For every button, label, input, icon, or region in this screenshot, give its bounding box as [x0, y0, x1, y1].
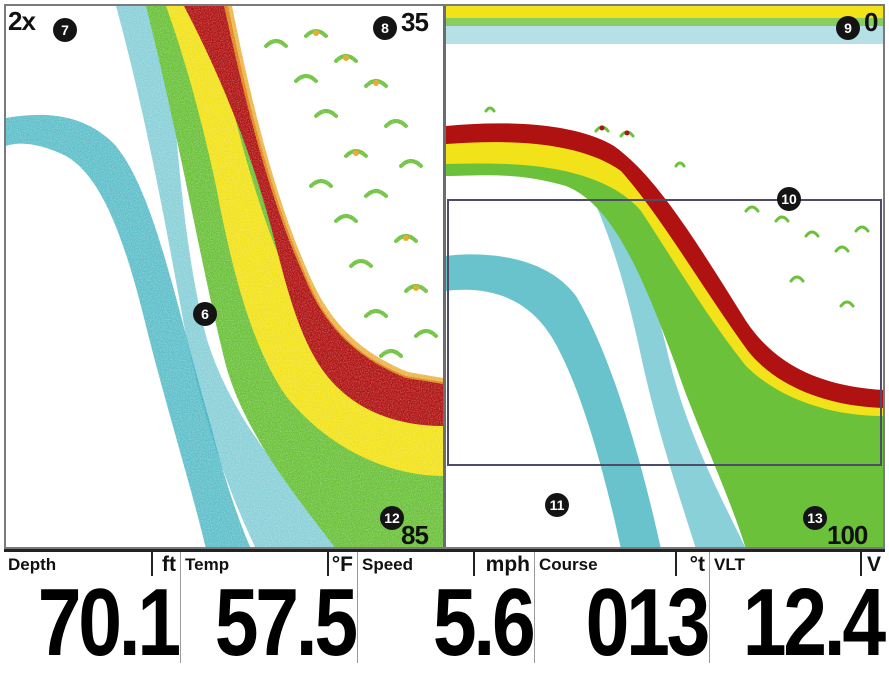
speed-readout[interactable]: Speed mph 5.6	[358, 552, 535, 671]
readout-label: Speed	[362, 555, 414, 574]
readout-value: 70.1	[37, 569, 181, 676]
zoom-bottom-depth: 85	[401, 520, 429, 550]
callout-marker: 12	[380, 506, 404, 530]
digital-readouts-bar: Depth ft 70.1 Temp °F 57.5 Speed mph 5.6…	[4, 549, 886, 671]
sonar-noise	[6, 6, 443, 549]
zoom-top-depth: 35	[401, 7, 429, 37]
callout-marker: 13	[803, 506, 827, 530]
callout-marker: 8	[373, 16, 397, 40]
depth-readout[interactable]: Depth ft 70.1	[4, 552, 181, 671]
callout-marker: 7	[53, 18, 77, 42]
surface-clutter-band	[446, 6, 883, 18]
readout-value: 57.5	[214, 569, 358, 676]
readout-value: 12.4	[742, 569, 886, 676]
zoom-view-pane[interactable]	[6, 6, 443, 549]
callout-marker: 10	[777, 187, 801, 211]
readout-label: VLT	[714, 555, 745, 574]
fish-arch-cores	[599, 125, 630, 136]
temp-readout[interactable]: Temp °F 57.5	[181, 552, 358, 671]
callout-marker: 9	[836, 16, 860, 40]
readout-value: 013	[585, 569, 710, 676]
zoom-preview-box[interactable]	[447, 199, 882, 466]
readout-value: 5.6	[432, 569, 535, 676]
callout-marker: 11	[545, 493, 569, 517]
course-readout[interactable]: Course °t 013	[535, 552, 710, 671]
fish-finder-screen: 2x 35 85 0 100 1 2 3 4 5 6 7 8 9 10 11 1…	[0, 0, 889, 671]
zoom-level-label: 2x	[8, 6, 36, 36]
zoom-sonar-image	[6, 6, 443, 549]
full-bottom-depth: 100	[827, 520, 868, 550]
voltage-readout[interactable]: VLT V 12.4	[710, 552, 886, 671]
full-top-depth: 0	[864, 7, 879, 37]
callout-marker: 6	[193, 302, 217, 326]
